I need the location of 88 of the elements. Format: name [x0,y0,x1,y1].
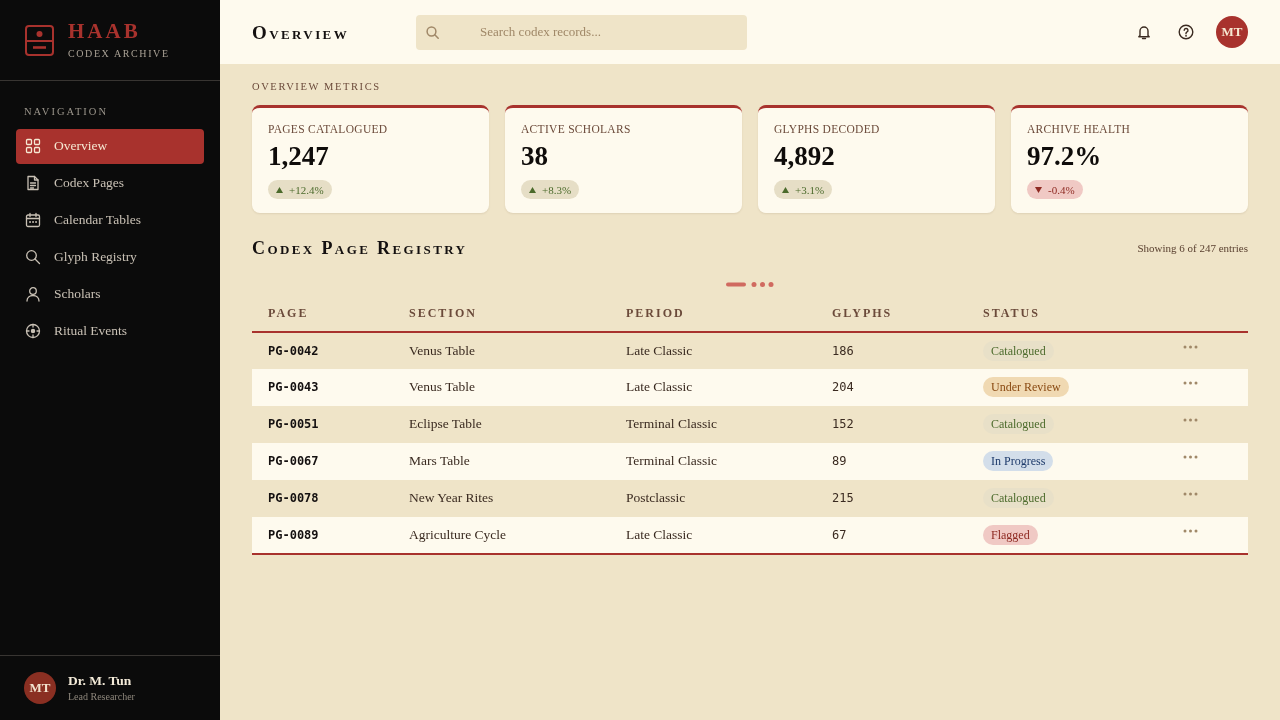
section-label: OVERVIEW METRICS [252,82,381,93]
table-cell: Mars Table [393,442,610,480]
logo-icon [25,24,54,56]
nav-section-label: NAVIGATION [24,107,108,118]
notifications-button[interactable] [1136,24,1152,40]
user-avatar: MT [24,672,56,704]
more-icon[interactable] [1183,344,1198,349]
status-tag: Catalogued [983,340,1054,361]
brand-name: HAAB [68,21,141,42]
metric-value: 97.2% [1027,143,1102,171]
search-icon [25,249,41,265]
column-header: PAGE [252,295,393,332]
more-icon[interactable] [1183,492,1198,496]
page-id-cell: PG-0078 [252,479,393,517]
page-id-cell: PG-0067 [252,442,393,480]
grid-icon [25,138,41,154]
person-icon [25,286,41,302]
table-cell: 186 [816,331,967,369]
table-cell: 152 [816,405,967,443]
search-field[interactable]: Search codex records... [416,14,747,50]
table-cell: Postclassic [610,479,816,517]
entries-summary: Showing 6 of 247 entries [1137,241,1248,254]
column-header: STATUS [967,295,1167,332]
change-badge: +3.1% [774,180,833,200]
more-icon[interactable] [1183,528,1198,533]
dash-dots-icon [725,281,775,287]
help-button[interactable] [1178,24,1194,40]
table-cell: Terminal Classic [610,405,816,443]
calendar-icon [25,212,41,228]
brand-subtitle: CODEX ARCHIVE [68,49,170,59]
up-triangle-icon [529,186,536,193]
column-header: GLYPHS [816,295,967,332]
profile-avatar[interactable]: MT [1216,16,1248,48]
change-badge: +8.3% [521,180,580,200]
more-icon[interactable] [1183,381,1198,385]
more-icon[interactable] [1183,418,1198,422]
status-tag: In Progress [983,451,1054,471]
nav-item[interactable]: Scholars [16,276,204,312]
metric-label: GLYPHS DECODED [774,122,880,136]
status-tag: Flagged [983,524,1038,545]
table-cell: 67 [816,516,967,554]
table-cell: Venus Table [393,368,610,406]
metric-label: ACTIVE SCHOLARS [521,122,631,136]
page-id-cell: PG-0042 [252,331,393,369]
table-cell: Eclipse Table [393,405,610,443]
document-icon [25,175,41,191]
table-cell: New Year Rites [393,479,610,517]
metric-label: ARCHIVE HEALTH [1027,122,1131,136]
page-id-cell: PG-0043 [252,368,393,406]
crosshair-icon [25,323,41,339]
table-cell: Agriculture Cycle [393,516,610,554]
section-title: Codex Page Registry [252,238,468,257]
page-title: Overview [252,22,350,42]
down-triangle-icon [1035,186,1042,193]
bell-icon [1136,24,1152,40]
table-cell: 89 [816,442,967,480]
status-tag: Catalogued [983,414,1054,434]
status-tag: Under Review [983,377,1069,397]
up-triangle-icon [782,186,789,193]
metric-value: 1,247 [268,143,329,171]
page-id-cell: PG-0051 [252,405,393,443]
change-badge: -0.4% [1027,180,1083,200]
nav-item[interactable]: Glyph Registry [16,239,204,275]
help-icon [1178,24,1194,40]
column-header: PERIOD [610,295,816,332]
user-name: Dr. M. Tun [68,673,132,689]
table-cell: Late Classic [610,516,816,554]
table-cell: 215 [816,479,967,517]
user-role: Lead Researcher [68,692,135,703]
table-cell: Terminal Classic [610,442,816,480]
status-tag: Catalogued [983,488,1054,508]
table-cell: Venus Table [393,331,610,369]
nav-item[interactable]: Codex Pages [16,165,204,201]
metric-label: PAGES CATALOGUED [268,122,388,136]
more-icon[interactable] [1183,455,1198,459]
change-badge: +12.4% [268,180,332,200]
up-triangle-icon [276,186,283,193]
page-id-cell: PG-0089 [252,516,393,554]
nav-item[interactable]: Overview [16,128,204,164]
table-cell: Late Classic [610,368,816,406]
nav-item[interactable]: Ritual Events [16,313,204,349]
metric-value: 38 [521,143,548,171]
table-cell: 204 [816,368,967,406]
column-header: SECTION [393,295,610,332]
table-cell: Late Classic [610,331,816,369]
metric-value: 4,892 [774,143,835,171]
nav-item[interactable]: Calendar Tables [16,202,204,238]
search-icon [426,25,439,39]
